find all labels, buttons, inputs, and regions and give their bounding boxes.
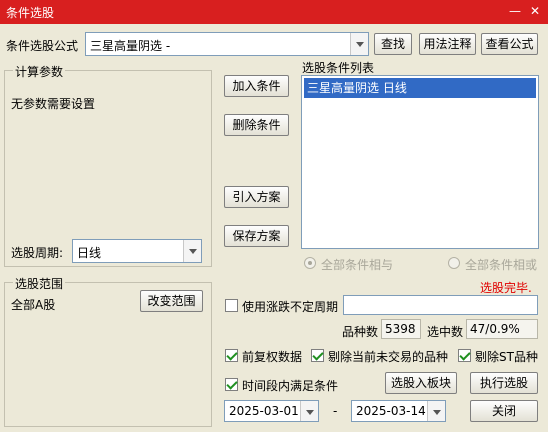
formula-value: 三星高量阴选 - bbox=[90, 39, 171, 53]
selected-label: 选中数 bbox=[427, 325, 464, 339]
radio-all-or-label: 全部条件相或 bbox=[465, 258, 538, 272]
count-field: 5398 bbox=[381, 319, 421, 339]
usage-notes-button[interactable]: 用法注释 bbox=[419, 33, 476, 55]
radio-all-and-label: 全部条件相与 bbox=[321, 258, 394, 272]
add-to-block-button[interactable]: 选股入板块 bbox=[385, 372, 457, 394]
formula-select[interactable]: 三星高量阴选 - bbox=[85, 32, 369, 56]
save-plan-button[interactable]: 保存方案 bbox=[224, 225, 289, 247]
change-scope-button[interactable]: 改变范围 bbox=[140, 290, 203, 312]
window-title: 条件选股 bbox=[6, 6, 55, 20]
status-text: 选股完毕. bbox=[480, 281, 532, 295]
count-label: 品种数 bbox=[342, 325, 379, 339]
exclude-st-label: 剔除ST品种 bbox=[475, 350, 538, 364]
find-button[interactable]: 查找 bbox=[374, 33, 412, 55]
chevron-down-icon[interactable] bbox=[350, 33, 368, 55]
period-condition-label: 时间段内满足条件 bbox=[242, 379, 339, 393]
radio-all-or[interactable] bbox=[448, 257, 460, 269]
formula-label: 条件选股公式 bbox=[6, 39, 79, 53]
exclude-untraded-checkbox[interactable] bbox=[311, 349, 324, 362]
start-date-value: 2025-03-01 bbox=[229, 404, 299, 418]
params-group-title: 计算参数 bbox=[13, 63, 66, 80]
scope-value: 全部A股 bbox=[11, 298, 56, 312]
exclude-st-checkbox[interactable] bbox=[458, 349, 471, 362]
delete-condition-button[interactable]: 删除条件 bbox=[224, 114, 289, 136]
radio-all-and[interactable] bbox=[304, 257, 316, 269]
unfixed-period-input[interactable] bbox=[343, 295, 538, 315]
view-formula-button[interactable]: 查看公式 bbox=[481, 33, 538, 55]
dialog-body: 条件选股公式 三星高量阴选 - 查找 用法注释 查看公式 计算参数 无参数需要设… bbox=[0, 24, 548, 432]
title-bar: 条件选股 — ✕ bbox=[0, 0, 548, 24]
chevron-down-icon[interactable] bbox=[427, 401, 445, 421]
chevron-down-icon[interactable] bbox=[300, 401, 318, 421]
forward-adjust-label: 前复权数据 bbox=[242, 350, 303, 364]
selected-value: 47/0.9% bbox=[470, 322, 520, 336]
close-button[interactable]: 关闭 bbox=[470, 400, 538, 422]
params-message: 无参数需要设置 bbox=[11, 97, 96, 111]
close-icon[interactable]: ✕ bbox=[526, 2, 544, 20]
start-date-picker[interactable]: 2025-03-01 bbox=[224, 400, 319, 422]
end-date-picker[interactable]: 2025-03-14 bbox=[351, 400, 446, 422]
period-label: 选股周期: bbox=[11, 246, 64, 260]
forward-adjust-checkbox[interactable] bbox=[225, 349, 238, 362]
add-condition-button[interactable]: 加入条件 bbox=[224, 75, 289, 97]
unfixed-period-label: 使用涨跌不定周期 bbox=[242, 300, 339, 314]
end-date-value: 2025-03-14 bbox=[356, 404, 426, 418]
condition-list-title: 选股条件列表 bbox=[302, 61, 375, 75]
date-separator: - bbox=[333, 404, 338, 418]
count-value: 5398 bbox=[385, 322, 416, 336]
list-item[interactable]: 三星高量阴选 日线 bbox=[304, 78, 536, 98]
period-condition-checkbox[interactable] bbox=[225, 378, 238, 391]
execute-button[interactable]: 执行选股 bbox=[470, 372, 538, 394]
exclude-untraded-label: 剔除当前未交易的品种 bbox=[328, 350, 449, 364]
period-select[interactable]: 日线 bbox=[72, 239, 202, 263]
selected-field: 47/0.9% bbox=[466, 319, 538, 339]
import-plan-button[interactable]: 引入方案 bbox=[224, 186, 289, 208]
scope-group-title: 选股范围 bbox=[13, 275, 66, 292]
minimize-icon[interactable]: — bbox=[506, 2, 524, 20]
chevron-down-icon[interactable] bbox=[183, 240, 201, 262]
period-value: 日线 bbox=[77, 246, 102, 260]
condition-list[interactable]: 三星高量阴选 日线 bbox=[301, 75, 539, 249]
unfixed-period-checkbox[interactable] bbox=[225, 299, 238, 312]
